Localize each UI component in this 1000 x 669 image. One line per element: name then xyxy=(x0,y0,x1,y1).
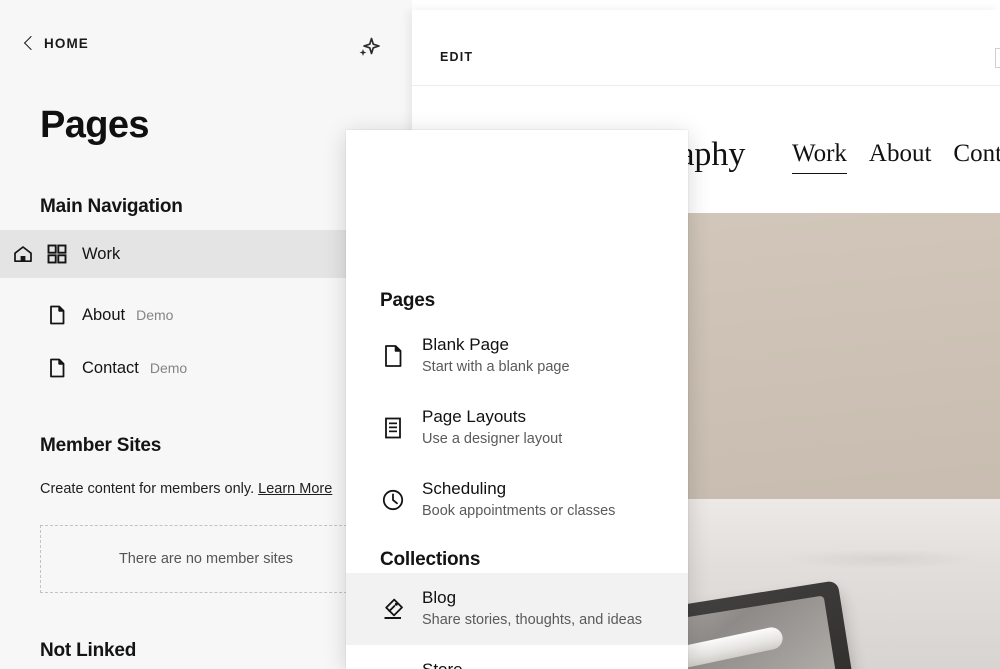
dropdown-item-blog[interactable]: Blog Share stories, thoughts, and ideas xyxy=(346,573,688,645)
dropdown-item-page-layouts[interactable]: Page Layouts Use a designer layout xyxy=(346,392,688,464)
chevron-left-icon xyxy=(22,37,35,50)
section-title: Member Sites xyxy=(40,435,162,456)
sidebar-item-badge: Demo xyxy=(149,360,188,376)
toolbar-overflow-control[interactable] xyxy=(995,48,1000,68)
edit-button[interactable]: EDIT xyxy=(440,50,473,64)
page-icon xyxy=(380,343,406,369)
sidebar-item-label: Work xyxy=(82,244,121,263)
page-title: Pages xyxy=(40,104,150,146)
dropdown-item-title: Store xyxy=(422,659,634,669)
back-label: HOME xyxy=(44,36,89,51)
site-nav-item-about[interactable]: About xyxy=(869,140,932,168)
dropdown-item-title: Blog xyxy=(422,587,457,607)
dropdown-group-title-pages: Pages xyxy=(380,290,435,311)
member-sites-helper: Create content for members only. Learn M… xyxy=(40,481,332,497)
section-header-main-navigation: Main Navigation xyxy=(40,194,372,220)
preview-toolbar: EDIT xyxy=(412,10,1000,86)
site-nav-item-work[interactable]: Work xyxy=(792,140,847,174)
dropdown-item-text: Page Layouts Use a designer layout xyxy=(422,406,562,450)
site-nav-item-contact[interactable]: Contact xyxy=(953,140,1000,168)
sidebar-header: HOME xyxy=(0,0,412,96)
page-icon xyxy=(46,304,68,326)
pen-nib-icon xyxy=(380,596,406,622)
section-title: Not Linked xyxy=(40,640,137,661)
dropdown-item-desc: Share stories, thoughts, and ideas xyxy=(422,612,643,629)
sidebar-item-badge: Demo xyxy=(136,307,174,323)
dropdown-item-blank-page[interactable]: Blank Page Start with a blank page xyxy=(346,320,688,392)
member-sites-empty-state: There are no member sites xyxy=(40,525,372,593)
add-page-dropdown: Pages Blank Page Start with a blank page xyxy=(346,130,688,669)
dropdown-item-desc: Use a designer layout xyxy=(422,431,563,448)
member-sites-helper-text: Create content for members only. xyxy=(40,481,255,497)
dropdown-item-text: Blog Share stories, thoughts, and ideas xyxy=(422,587,642,631)
sidebar-item-label: About xyxy=(82,305,126,324)
dropdown-item-store[interactable]: Store Sell products and services online xyxy=(346,645,688,669)
grid-icon xyxy=(46,243,68,265)
dropdown-item-text: Scheduling Book appointments or classes xyxy=(422,478,615,522)
dropdown-item-title: Page Layouts xyxy=(422,406,526,426)
site-nav: Work About Contact xyxy=(792,140,1000,174)
empty-state-text: There are no member sites xyxy=(118,551,294,567)
section-title: Main Navigation xyxy=(40,196,183,217)
dropdown-item-desc: Book appointments or classes xyxy=(422,503,616,520)
sparkle-icon[interactable] xyxy=(352,33,382,63)
dropdown-item-scheduling[interactable]: Scheduling Book appointments or classes xyxy=(346,464,688,536)
section-header-member-sites: Member Sites xyxy=(40,433,372,459)
layout-lines-icon xyxy=(380,415,406,441)
dropdown-group-title-collections: Collections xyxy=(380,549,481,570)
dropdown-item-text: Blank Page Start with a blank page xyxy=(422,334,570,378)
app-root: HOME Pages Main Navigation Work About De… xyxy=(0,0,1000,669)
back-to-home-button[interactable]: HOME xyxy=(22,36,89,51)
dropdown-item-text: Store Sell products and services online xyxy=(422,659,634,669)
section-header-not-linked: Not Linked xyxy=(40,638,372,664)
learn-more-link[interactable]: Learn More xyxy=(258,481,332,497)
dropdown-item-title: Blank Page xyxy=(422,334,509,354)
dropdown-item-desc: Start with a blank page xyxy=(422,359,570,376)
page-icon xyxy=(46,357,68,379)
dropdown-item-title: Scheduling xyxy=(422,478,507,498)
home-icon xyxy=(12,243,34,265)
clock-icon xyxy=(380,487,406,513)
sidebar-item-label: Contact xyxy=(82,358,139,377)
